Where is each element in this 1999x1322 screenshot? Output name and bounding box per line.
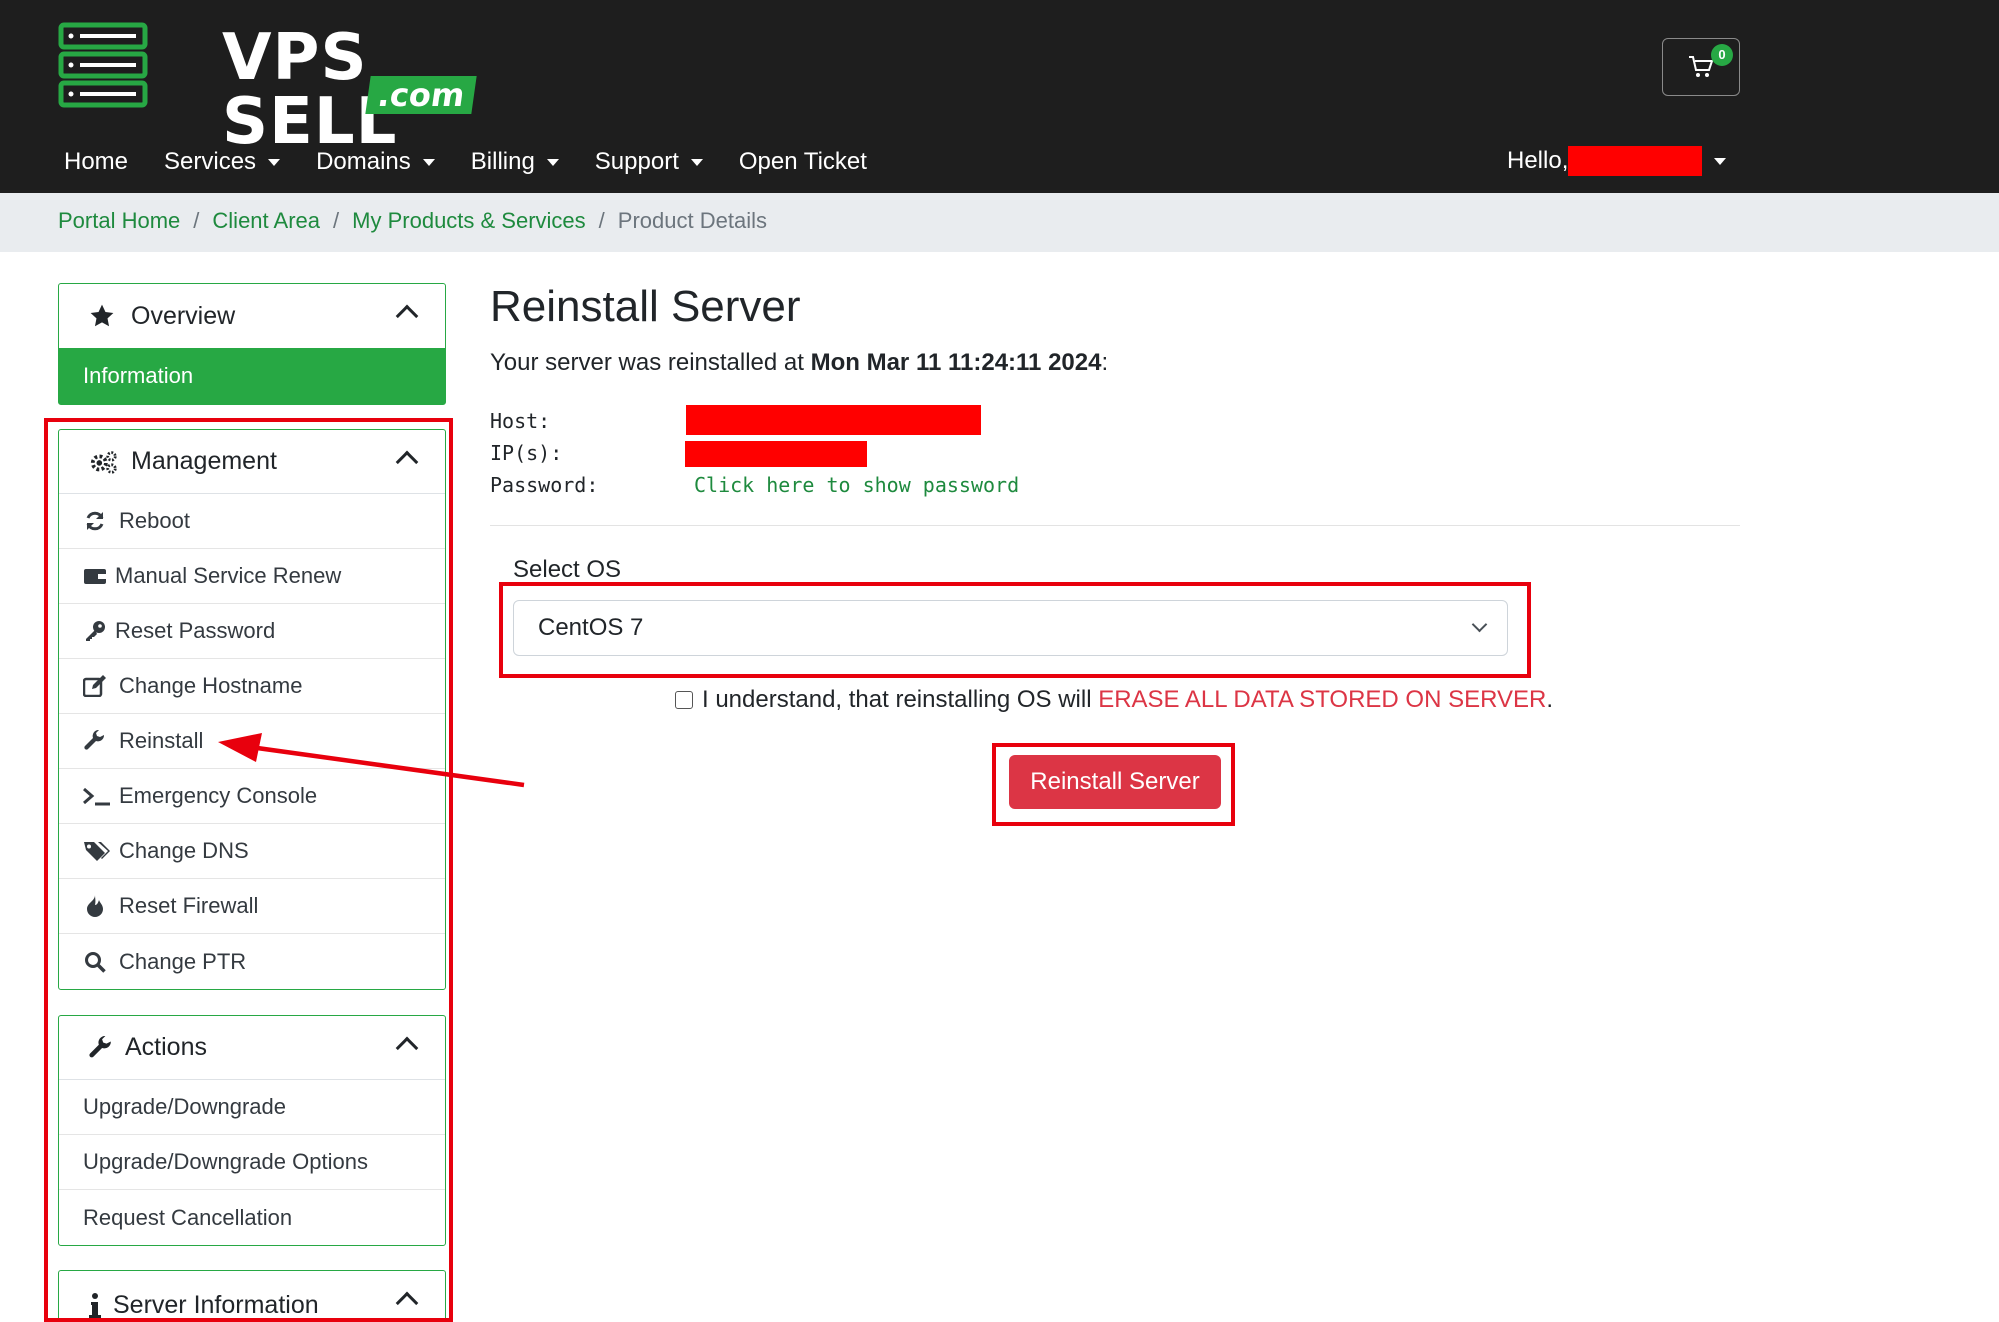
nav-domains[interactable]: Domains (316, 148, 435, 176)
caret-down-icon (422, 158, 435, 166)
caret-down-icon (1714, 157, 1727, 165)
nav-support[interactable]: Support (595, 148, 703, 176)
redacted-ip (685, 441, 867, 467)
redacted-username (1568, 146, 1703, 176)
show-password-link[interactable]: Click here to show password (694, 473, 1019, 497)
brand-logo[interactable]: VPS SELL .com (58, 20, 478, 154)
breadcrumb-my-products[interactable]: My Products & Services (352, 208, 586, 234)
annotation-arrow (218, 733, 525, 788)
nav-billing[interactable]: Billing (471, 148, 559, 176)
overview-header[interactable]: Overview (59, 284, 445, 348)
button-annotation-box (992, 743, 1235, 826)
breadcrumb-separator: / (193, 208, 200, 233)
breadcrumb-bar: Portal Home / Client Area / My Products … (0, 193, 1999, 252)
star-icon (89, 303, 119, 329)
breadcrumb: Portal Home / Client Area / My Products … (58, 208, 767, 234)
reinstall-date: Mon Mar 11 11:24:11 2024 (810, 349, 1102, 376)
caret-down-icon (690, 158, 703, 166)
overview-title: Overview (131, 301, 236, 330)
select-annotation-box (499, 582, 1531, 678)
confirm-erase-row: I understand, that reinstalling OS will … (675, 686, 1553, 714)
page-title: Reinstall Server (490, 282, 801, 331)
divider (490, 525, 1740, 526)
breadcrumb-separator: / (598, 208, 605, 233)
caret-down-icon (546, 158, 559, 166)
password-label: Password: (490, 473, 599, 497)
cart-button[interactable]: 0 (1662, 38, 1740, 96)
main-nav: Home Services Domains Billing Support Op… (64, 142, 903, 182)
brand-suffix: .com (365, 76, 478, 114)
breadcrumb-portal-home[interactable]: Portal Home (58, 208, 180, 234)
nav-services[interactable]: Services (164, 148, 281, 176)
shopping-cart-icon (1689, 56, 1714, 77)
cart-count-badge: 0 (1711, 44, 1733, 66)
caret-down-icon (268, 158, 281, 166)
site-header: VPS SELL .com 0 Home Services Domains Bi… (0, 0, 1999, 193)
nav-open-ticket[interactable]: Open Ticket (739, 148, 867, 176)
select-os-label: Select OS (513, 556, 622, 583)
sidebar-item-information[interactable]: Information (59, 348, 445, 404)
sidebar-annotation-box (44, 418, 453, 1322)
reinstall-status: Your server was reinstalled at Mon Mar 1… (490, 349, 1109, 376)
breadcrumb-current: Product Details (617, 208, 767, 233)
overview-panel: Overview Information (58, 283, 446, 405)
breadcrumb-client-area[interactable]: Client Area (212, 208, 320, 234)
host-label: Host: (490, 409, 551, 433)
server-stack-icon (58, 22, 148, 108)
greeting: Hello, (1507, 147, 1569, 174)
erase-warning: ERASE ALL DATA STORED ON SERVER (1098, 686, 1547, 713)
breadcrumb-separator: / (333, 208, 340, 233)
user-menu[interactable]: Hello, (1507, 146, 1727, 176)
confirm-erase-checkbox[interactable] (675, 691, 693, 709)
redacted-host (686, 405, 981, 435)
chevron-up-icon[interactable] (395, 304, 419, 328)
nav-home[interactable]: Home (64, 148, 128, 176)
ip-label: IP(s): (490, 441, 563, 465)
